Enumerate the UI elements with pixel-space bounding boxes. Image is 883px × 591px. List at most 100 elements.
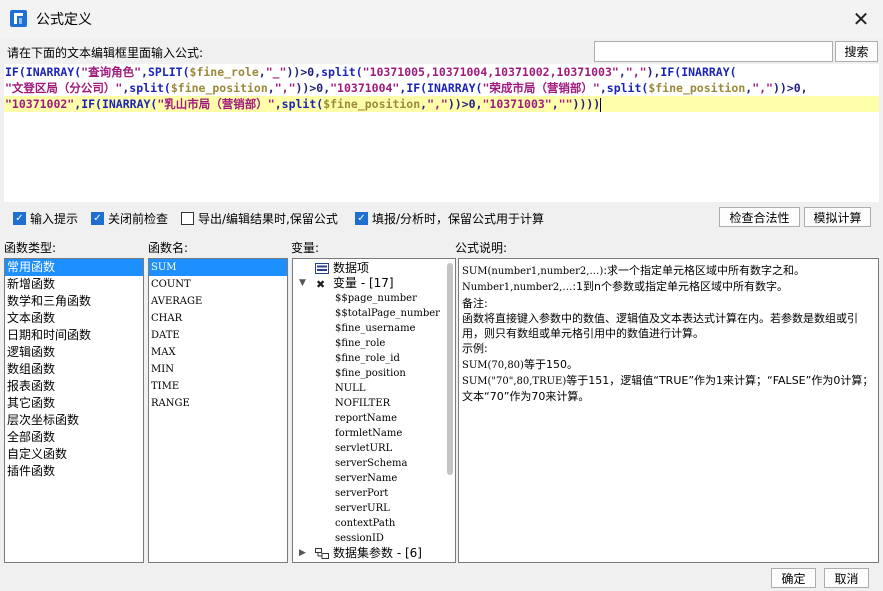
formula-token: , [267,81,275,95]
func-type-item[interactable]: 其它函数 [5,395,143,412]
func-name-item[interactable]: RANGE [149,395,287,412]
func-type-item[interactable]: 层次坐标函数 [5,412,143,429]
formula-token: "," [274,81,296,95]
func-type-item[interactable]: 数组函数 [5,361,143,378]
func-type-item[interactable]: 插件函数 [5,463,143,480]
variables-tree[interactable]: 数据项 ▼ ✖ 变量 - [17] $$page_number $$totalPa… [292,258,456,563]
formula-line: "10371002",IF(INARRAY("乳山市局（营销部）",split(… [4,96,879,112]
func-name-list[interactable]: SUM COUNT AVERAGE CHAR DATE MAX MIN TIME RANGE [148,258,288,563]
formula-token: "10371004" [330,81,400,95]
close-button[interactable]: ✕ [847,6,875,32]
func-type-item[interactable]: 报表函数 [5,378,143,395]
variable-item[interactable]: formletName [293,426,455,441]
variable-item[interactable]: $fine_username [293,321,455,336]
func-name-label: 函数名: [148,241,189,255]
close-icon: ✕ [852,7,870,31]
formula-token: ), [646,65,661,79]
formula-token: "_" [265,65,287,79]
checkbox-box[interactable]: ✓ [13,212,26,225]
func-type-item[interactable]: 全部函数 [5,429,143,446]
formula-token: "10371003" [482,97,552,111]
func-type-item[interactable]: 文本函数 [5,310,143,327]
input-hint-checkbox[interactable]: ✓ 输入提示 [13,210,78,227]
tree-item-dataset-params[interactable]: ▶ 数据集参数 - [6] [293,546,455,561]
variable-item[interactable]: $$page_number [293,291,455,306]
variable-item[interactable]: $fine_position [293,366,455,381]
formula-token: IF(INARRAY( [406,81,483,95]
variable-item[interactable]: serverPort [293,486,455,501]
func-name-item[interactable]: DATE [149,327,287,344]
chevron-right-icon[interactable]: ▶ [299,546,306,561]
formula-token: , [258,65,266,79]
data-item-icon [315,263,329,274]
formula-token: ))>0, [772,81,808,95]
keep-formula-fill-checkbox[interactable]: ✓ 填报/分析时，保留公式用于计算 [355,210,544,227]
func-name-item[interactable]: CHAR [149,310,287,327]
formula-token: "," [752,81,773,95]
formula-token: , [618,65,626,79]
func-type-item[interactable]: 自定义函数 [5,446,143,463]
formula-token: $fine_position [170,81,268,95]
tree-item-data-item[interactable]: 数据项 [293,261,455,276]
variables-scrollbar[interactable] [447,263,453,475]
variable-item[interactable]: $fine_role [293,336,455,351]
variable-item[interactable]: serverURL [293,501,455,516]
func-name-item[interactable]: AVERAGE [149,293,287,310]
variable-item[interactable]: serverName [293,471,455,486]
variable-item[interactable]: sessionID [293,531,455,546]
cancel-button[interactable]: 取消 [824,568,869,588]
keep-formula-export-checkbox[interactable]: 导出/编辑结果时,保留公式 [181,210,338,227]
variable-item[interactable]: reportName [293,411,455,426]
func-type-item[interactable]: 新增函数 [5,276,143,293]
simulate-button[interactable]: 模拟计算 [804,207,871,227]
text-caret [600,97,602,112]
func-name-item[interactable]: COUNT [149,276,287,293]
search-input[interactable] [594,41,833,62]
formula-token: "查询角色" [81,65,142,79]
func-name-item[interactable]: MIN [149,361,287,378]
check-before-close-checkbox[interactable]: ✓ 关闭前检查 [91,210,168,227]
variable-item[interactable]: servletURL [293,441,455,456]
formula-token: IF(INARRAY( [81,97,158,111]
formula-token: , [141,65,148,79]
variable-item[interactable]: $$totalPage_number [293,306,455,321]
variable-item[interactable]: $fine_role_id [293,351,455,366]
func-type-list[interactable]: 常用函数 新增函数 数学和三角函数 文本函数 日期和时间函数 逻辑函数 数组函数 报表函数 其它… [4,258,144,563]
variable-icon: ✖ [316,278,325,289]
variable-item[interactable]: contextPath [293,516,455,531]
description-panel: SUM(number1,number2,…):求一个指定单元格区域中所有数字之和… [458,258,879,563]
func-type-item[interactable]: 数学和三角函数 [5,293,143,310]
chevron-down-icon[interactable]: ▼ [299,276,306,291]
func-type-item[interactable]: 日期和时间函数 [5,327,143,344]
formula-token: ))>0, [447,97,483,111]
search-button[interactable]: 搜索 [835,41,878,62]
check-validity-button[interactable]: 检查合法性 [719,207,800,227]
formula-token: , [551,97,559,111]
ok-button[interactable]: 确定 [771,568,816,588]
tree-item-var-group[interactable]: ▼ ✖ 变量 - [17] [293,276,455,291]
formula-token: "10371005,10371004,10371002,10371003" [362,65,619,79]
checkbox-box[interactable]: ✓ [355,212,368,225]
formula-token: "" [558,97,573,111]
func-name-item[interactable]: SUM [149,259,287,276]
func-type-item[interactable]: 常用函数 [5,259,143,276]
formula-token: "文登区局（分公司）" [5,81,123,95]
formula-token: split( [606,81,649,95]
variable-item[interactable]: serverSchema [293,456,455,471]
func-name-item[interactable]: TIME [149,378,287,395]
formula-token: $fine_position [323,97,421,111]
variable-item[interactable]: NULL [293,381,455,396]
formula-token: IF(INARRAY( [5,65,82,79]
func-type-item[interactable]: 逻辑函数 [5,344,143,361]
variable-item[interactable]: NOFILTER [293,396,455,411]
description-label: 公式说明: [455,241,508,255]
formula-token: "荣成市局（营销部）" [482,81,600,95]
editor-prompt: 请在下面的文本编辑框里面输入公式: [7,46,204,60]
checkbox-box[interactable] [181,212,194,225]
formula-token: ))>0, [286,65,322,79]
checkbox-box[interactable]: ✓ [91,212,104,225]
func-name-item[interactable]: MAX [149,344,287,361]
formula-token: "," [427,97,448,111]
dataset-icon [315,548,329,559]
formula-editor[interactable]: IF(INARRAY("查询角色",SPLIT($fine_role,"_"))… [4,64,879,202]
